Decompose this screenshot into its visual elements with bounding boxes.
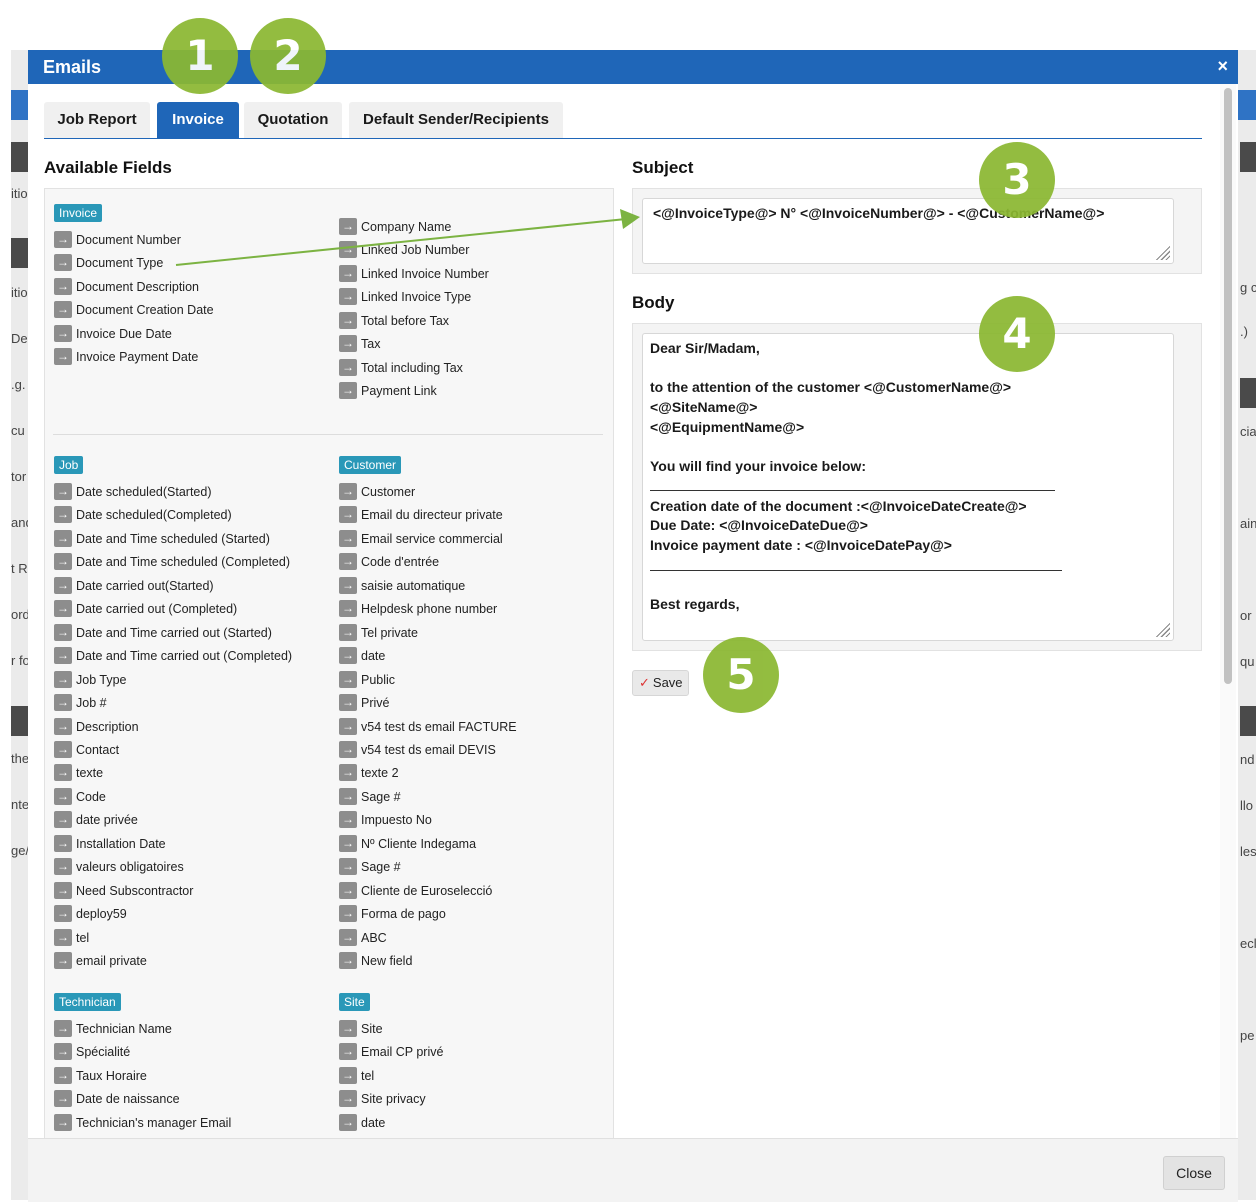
callout-5: 5 xyxy=(703,637,779,713)
annotation-arrow-line xyxy=(175,218,627,266)
annotation-arrowhead-icon xyxy=(620,209,640,229)
callout-3: 3 xyxy=(979,142,1055,218)
callout-2: 2 xyxy=(250,18,326,94)
callout-1: 1 xyxy=(162,18,238,94)
callout-4: 4 xyxy=(979,296,1055,372)
annotation-overlay xyxy=(175,209,640,266)
